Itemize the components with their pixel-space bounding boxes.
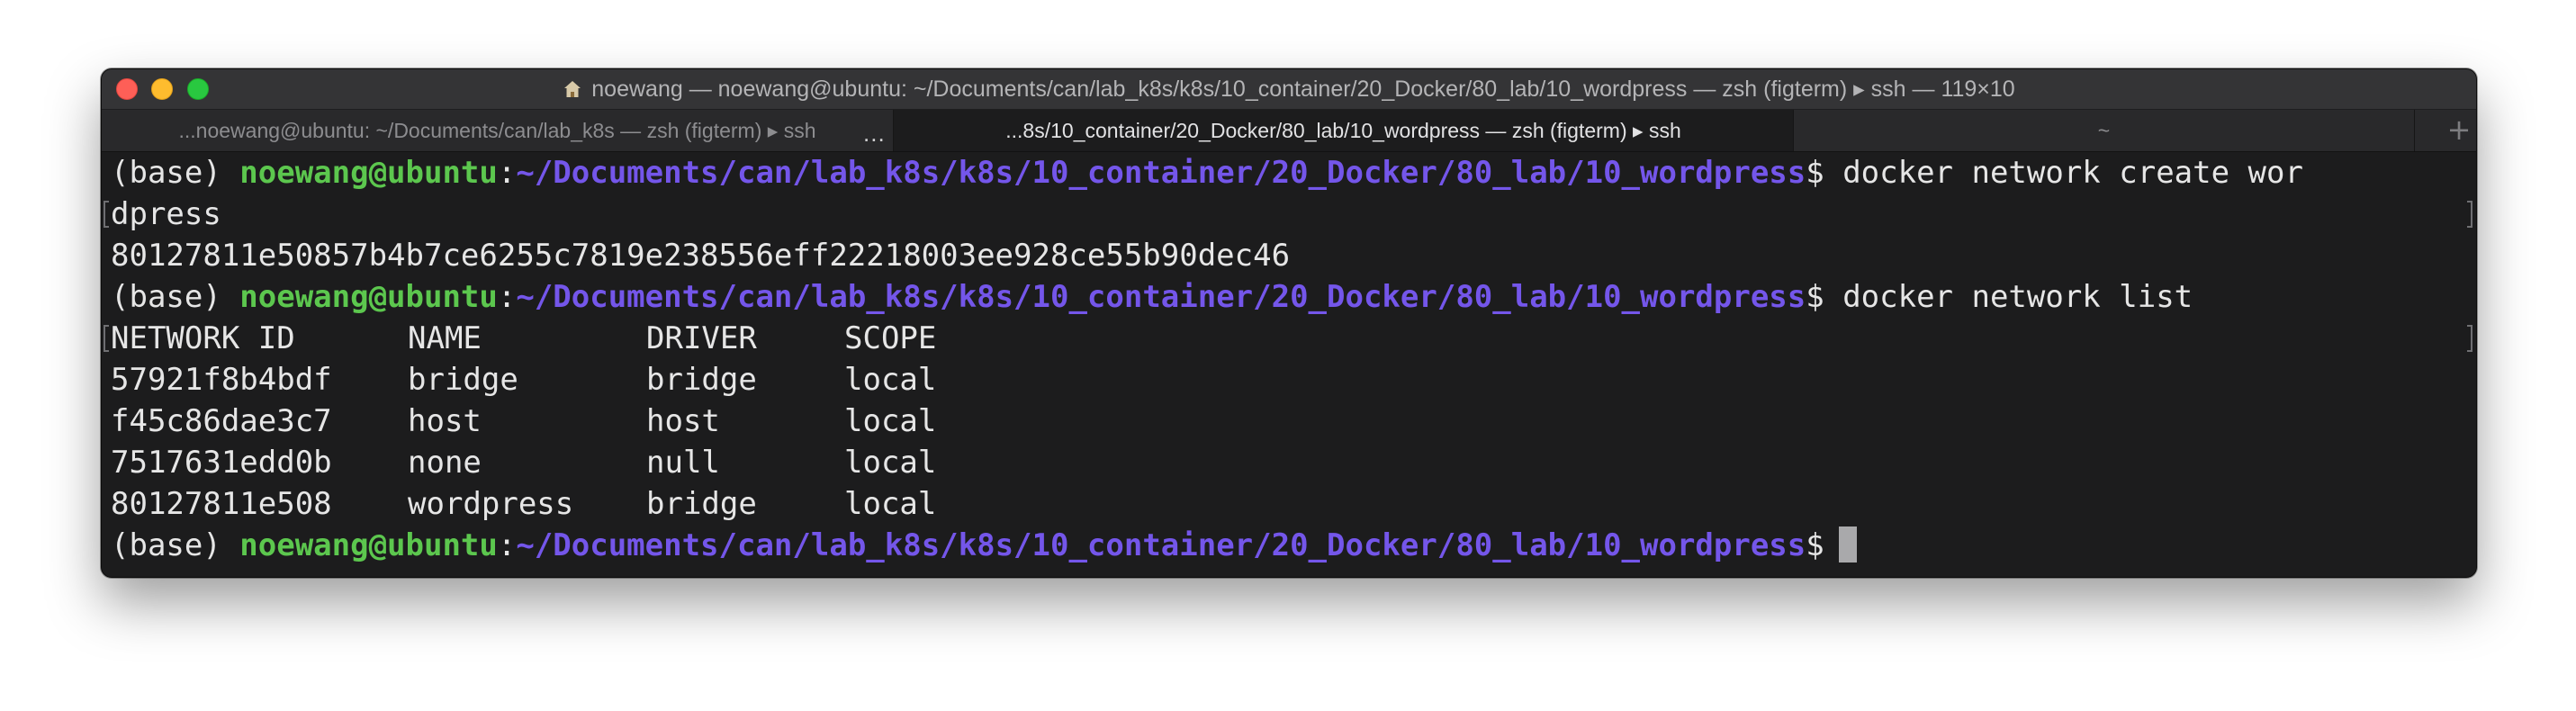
prompt-colon: : — [497, 155, 517, 191]
table-row: f45c86dae3c7 host host local — [111, 400, 1191, 442]
table-header: NETWORK ID NAME DRIVER SCOPE — [111, 318, 1191, 359]
cell-name: none — [408, 445, 482, 481]
prompt-colon: : — [497, 527, 517, 563]
title-bar[interactable]: noewang — noewang@ubuntu: ~/Documents/ca… — [102, 69, 2476, 110]
cell-network-id: 7517631edd0b — [111, 445, 332, 481]
cell-driver: host — [646, 403, 720, 439]
cell-network-id: f45c86dae3c7 — [111, 403, 332, 439]
tab-wordpress[interactable]: ...8s/10_container/20_Docker/80_lab/10_w… — [894, 110, 1794, 151]
cell-scope: local — [844, 362, 937, 398]
prompt-line: (base) noewang@ubuntu:~/Documents/can/la… — [111, 276, 2193, 318]
cell-network-id: 57921f8b4bdf — [111, 362, 332, 398]
prompt-symbol: $ — [1806, 279, 1824, 315]
column-header-network-id: NETWORK ID — [111, 320, 295, 356]
wrap-marker-left — [104, 325, 109, 352]
conda-env: (base) — [111, 155, 240, 191]
table-row: 7517631edd0b none null local — [111, 442, 1191, 483]
tab-home[interactable]: ~ — [1794, 110, 2415, 151]
prompt-symbol: $ — [1806, 527, 1824, 563]
cell-driver: null — [646, 445, 720, 481]
table-row: 80127811e508 wordpress bridge local — [111, 483, 1191, 525]
command-continuation: dpress — [111, 196, 221, 232]
wrap-marker-left — [104, 201, 109, 228]
window-title: noewang — noewang@ubuntu: ~/Documents/ca… — [591, 76, 2015, 102]
user-host: noewang@ubuntu — [239, 279, 498, 315]
command-text: docker network create wor — [1824, 155, 2303, 191]
user-host: noewang@ubuntu — [239, 155, 498, 191]
current-path: ~/Documents/can/lab_k8s/k8s/10_container… — [516, 155, 1806, 191]
tab-label: ...8s/10_container/20_Docker/80_lab/10_w… — [1005, 119, 1681, 142]
current-path: ~/Documents/can/lab_k8s/k8s/10_container… — [516, 279, 1806, 315]
command-text: docker network list — [1824, 279, 2193, 315]
cell-scope: local — [844, 403, 937, 439]
tab-label: ...noewang@ubuntu: ~/Documents/can/lab_k… — [178, 119, 816, 142]
tab-overflow-indicator[interactable]: ... — [863, 110, 886, 151]
cell-driver: bridge — [646, 486, 757, 522]
prompt-line: (base) noewang@ubuntu:~/Documents/can/la… — [111, 525, 1857, 566]
wrap-marker-right — [2467, 201, 2472, 228]
wrap-marker-right — [2467, 325, 2472, 352]
tab-lab-k8s[interactable]: ...noewang@ubuntu: ~/Documents/can/lab_k… — [102, 110, 894, 151]
cell-scope: local — [844, 486, 937, 522]
current-path: ~/Documents/can/lab_k8s/k8s/10_container… — [516, 527, 1806, 563]
tab-label: ~ — [2097, 119, 2111, 142]
cell-scope: local — [844, 445, 937, 481]
column-header-driver: DRIVER — [646, 320, 757, 356]
window-title-container: noewang — noewang@ubuntu: ~/Documents/ca… — [102, 69, 2476, 109]
prompt-colon: : — [497, 279, 517, 315]
cell-name: bridge — [408, 362, 518, 398]
table-row: 57921f8b4bdf bridge bridge local — [111, 359, 1191, 400]
cell-network-id: 80127811e508 — [111, 486, 332, 522]
prompt-symbol: $ — [1806, 155, 1824, 191]
column-header-name: NAME — [408, 320, 482, 356]
user-host: noewang@ubuntu — [239, 527, 498, 563]
prompt-line: (base) noewang@ubuntu:~/Documents/can/la… — [111, 152, 2303, 194]
tab-bar: ...noewang@ubuntu: ~/Documents/can/lab_k… — [102, 110, 2476, 152]
command-output: 80127811e50857b4b7ce6255c7819e238556eff2… — [111, 238, 1291, 274]
conda-env: (base) — [111, 279, 240, 315]
cell-driver: bridge — [646, 362, 757, 398]
text-cursor[interactable] — [1838, 526, 1857, 562]
cell-name: host — [408, 403, 482, 439]
column-header-scope: SCOPE — [844, 320, 937, 356]
terminal-output[interactable]: (base) noewang@ubuntu:~/Documents/can/la… — [102, 152, 2476, 577]
cell-name: wordpress — [408, 486, 574, 522]
conda-env: (base) — [111, 527, 240, 563]
new-tab-button[interactable]: + — [2442, 110, 2476, 151]
home-icon — [564, 81, 581, 97]
terminal-window: noewang — noewang@ubuntu: ~/Documents/ca… — [101, 68, 2477, 578]
